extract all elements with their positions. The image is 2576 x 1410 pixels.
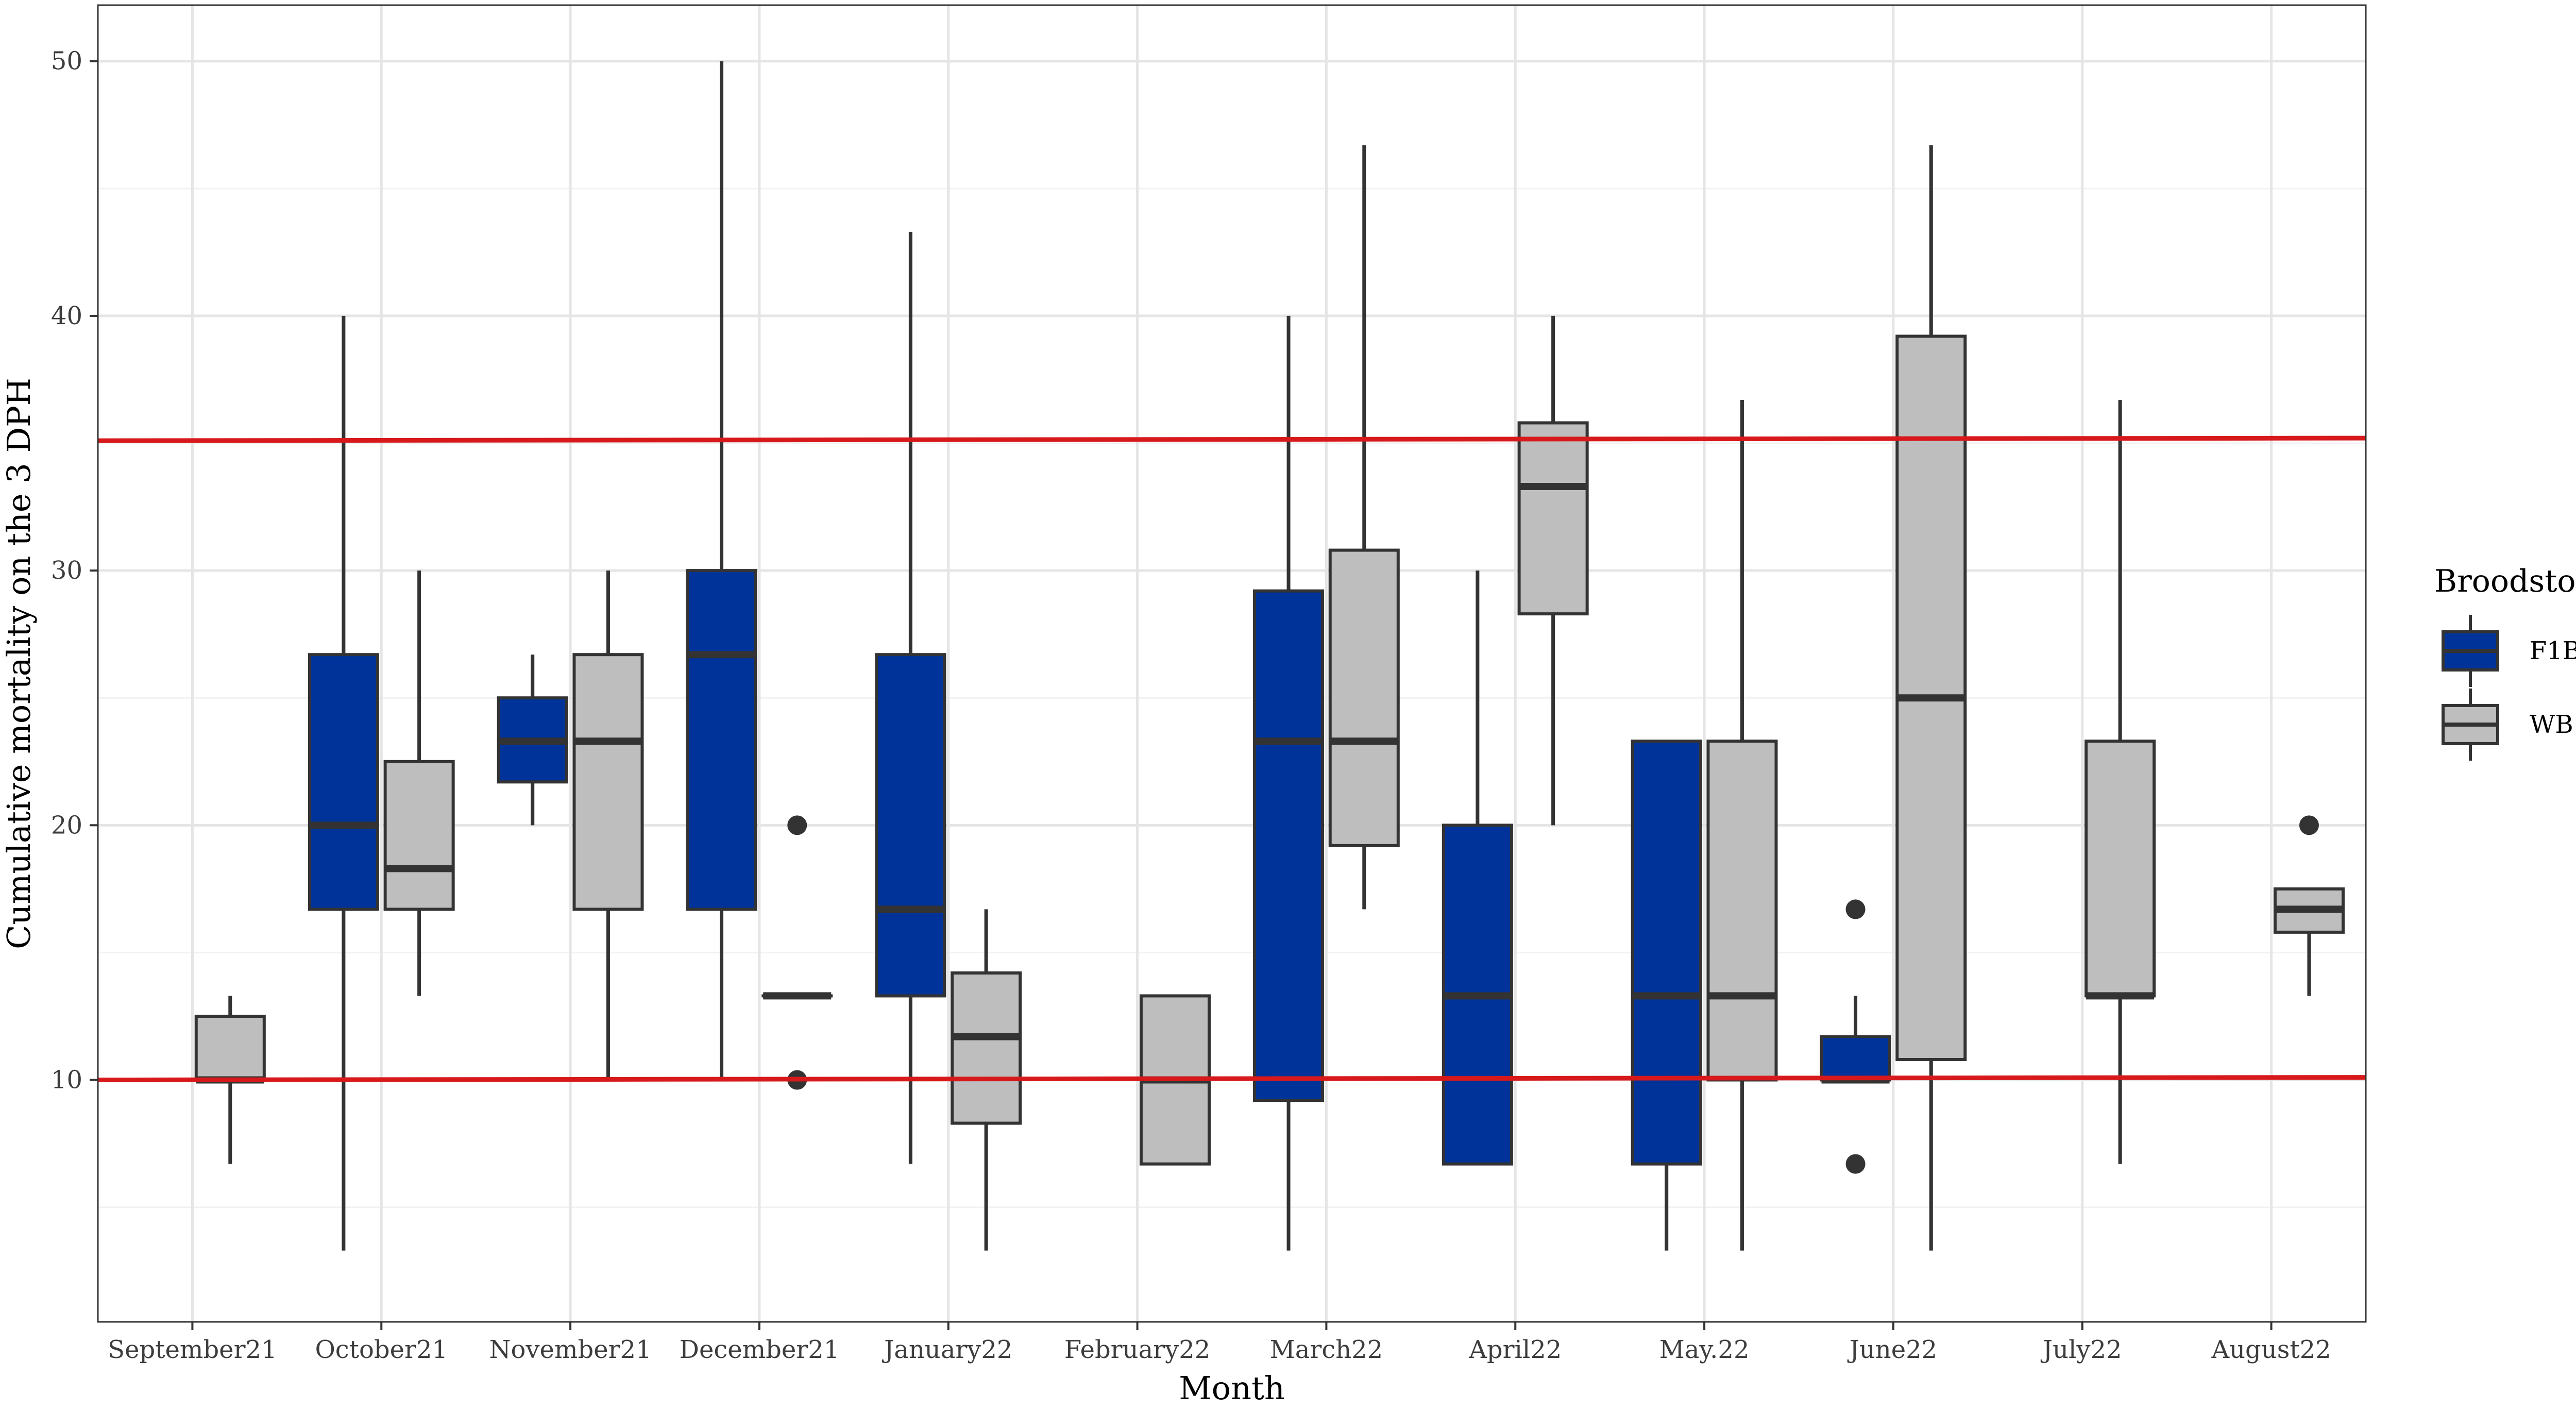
y-tick-label: 40 — [51, 301, 82, 330]
box-body — [2084, 740, 2156, 998]
box-body — [383, 760, 455, 911]
box-body — [308, 653, 379, 911]
x-tick-label: September21 — [108, 1335, 277, 1364]
x-tick-label: March22 — [1270, 1335, 1383, 1364]
legend-title: Broodstock — [2434, 563, 2576, 599]
y-axis-title: Cumulative mortality on the 3 DPH — [0, 378, 38, 949]
x-tick-label: December21 — [679, 1335, 839, 1364]
x-tick-label: May.22 — [1659, 1335, 1750, 1364]
y-tick-label: 30 — [51, 556, 82, 585]
box-body — [686, 569, 757, 911]
x-tick-label: January22 — [882, 1335, 1012, 1364]
box-body — [1253, 589, 1325, 1102]
outlier-point — [1845, 899, 1866, 919]
y-tick-label: 10 — [51, 1066, 82, 1095]
box-body — [1328, 548, 1400, 847]
box-body — [1820, 1035, 1891, 1082]
x-tick-label: July22 — [2040, 1335, 2122, 1364]
y-tick-label: 20 — [51, 811, 82, 840]
x-tick-label: April22 — [1468, 1335, 1562, 1364]
outlier-point — [1845, 1154, 1866, 1174]
box-body — [1517, 421, 1589, 616]
boxplot-chart: 10 20 30 40 50 September21 October21 November21… — [0, 0, 2576, 1410]
outlier-point — [787, 815, 807, 835]
box-body — [875, 653, 946, 998]
outlier-point — [2299, 815, 2319, 835]
legend-label: WB — [2530, 710, 2573, 739]
legend-label: F1B — [2530, 636, 2576, 665]
x-tick-label: October21 — [315, 1335, 448, 1364]
box-body — [194, 1014, 266, 1082]
y-tick-label: 50 — [51, 47, 82, 76]
box-body — [572, 653, 644, 911]
reference-line — [97, 1075, 2366, 1083]
reference-line — [97, 435, 2366, 443]
x-axis-title: Month — [1179, 1369, 1285, 1407]
box-body — [951, 971, 1022, 1125]
x-tick-label: November21 — [489, 1335, 652, 1364]
box-body — [1631, 740, 1702, 1166]
box-body — [1706, 740, 1778, 1082]
x-tick-label: February22 — [1064, 1335, 1210, 1364]
x-tick-label: June22 — [1847, 1335, 1938, 1364]
x-tick-label: August22 — [2211, 1335, 2331, 1364]
